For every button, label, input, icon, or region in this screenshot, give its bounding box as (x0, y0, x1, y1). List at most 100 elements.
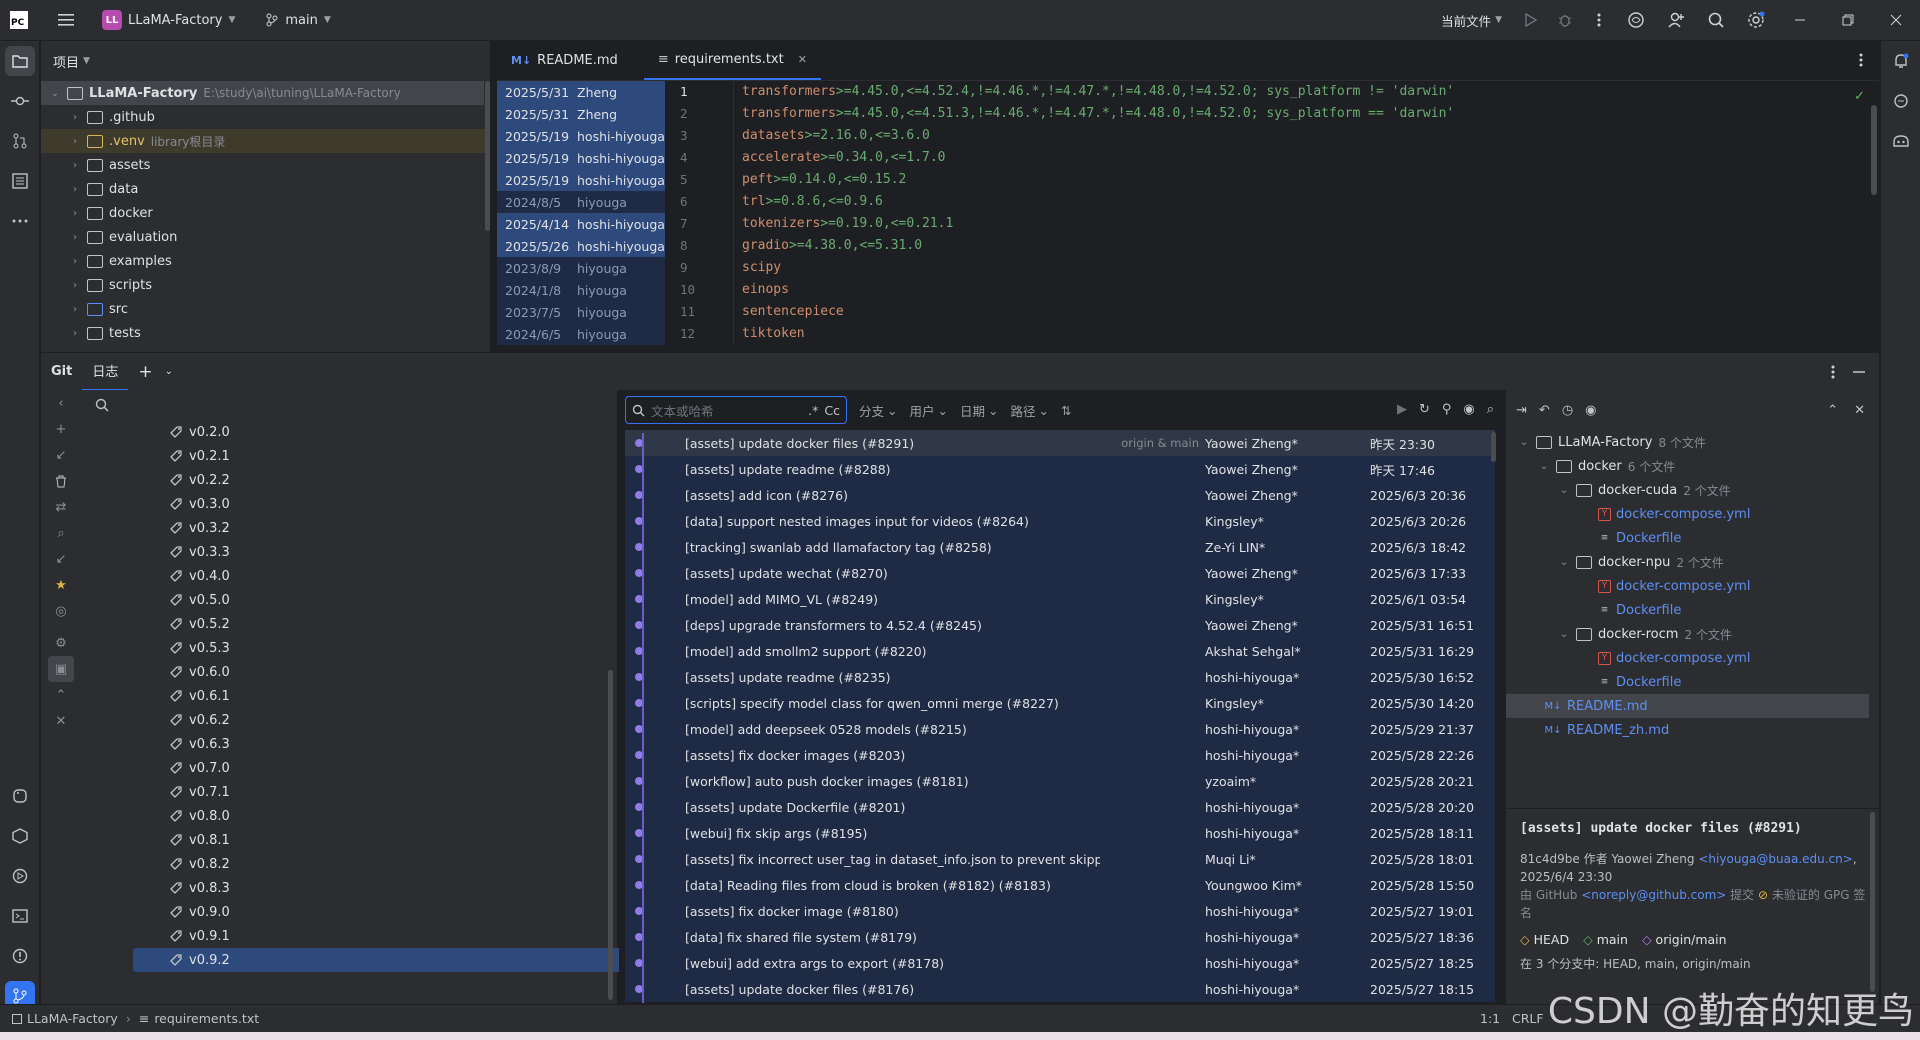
tag-item[interactable]: v0.9.0 (81, 900, 618, 924)
tag-item[interactable]: v0.8.0 (81, 804, 618, 828)
compare-icon[interactable]: ⇄ (41, 494, 81, 520)
regex-toggle[interactable]: .* (808, 403, 818, 418)
structure-icon[interactable] (0, 161, 40, 201)
terminal-icon[interactable] (0, 896, 40, 936)
tag-item[interactable]: v0.2.0 (81, 420, 618, 444)
commit-row[interactable]: [assets] add icon (#8276) Yaowei Zheng* … (625, 482, 1495, 508)
filter-user[interactable]: 用户 ⌄ (910, 401, 949, 420)
changes-root[interactable]: ⌄ LLaMA-Factory 8 个文件 (1506, 430, 1879, 454)
commit-row[interactable]: [data] fix shared file system (#8179) ho… (625, 924, 1495, 950)
changed-file[interactable]: ≡ Dockerfile (1506, 526, 1879, 550)
commit-row[interactable]: [assets] update readme (#8235) hoshi-hiy… (625, 664, 1495, 690)
tag-item[interactable]: v0.6.2 (81, 708, 618, 732)
commit-row[interactable]: [scripts] specify model class for qwen_o… (625, 690, 1495, 716)
tree-item-evaluation[interactable]: › evaluation (41, 225, 490, 249)
commit-row[interactable]: [assets] fix incorrect user_tag in datas… (625, 846, 1495, 872)
status-file[interactable]: requirements.txt (154, 1011, 259, 1026)
remote-icon[interactable]: ◎ (41, 598, 81, 624)
expand-icon[interactable]: ⌃ (1827, 403, 1838, 418)
changed-file[interactable]: ≡ Dockerfile (1506, 598, 1879, 622)
python-packages-icon[interactable] (0, 816, 40, 856)
filter-date[interactable]: 日期 ⌄ (960, 401, 999, 420)
commit-row[interactable]: [assets] update readme (#8288) Yaowei Zh… (625, 456, 1495, 482)
tag-item[interactable]: v0.4.0 (81, 564, 618, 588)
problems-icon[interactable] (0, 936, 40, 976)
add-branch-icon[interactable]: + (41, 416, 81, 442)
project-scrollbar[interactable] (485, 81, 490, 231)
tree-item-scripts[interactable]: › scripts (41, 273, 490, 297)
restore-icon[interactable] (1824, 0, 1872, 40)
expand-all-icon[interactable]: ⌃ (41, 682, 81, 708)
sort-icon[interactable]: ⇅ (1061, 403, 1071, 418)
revert-icon[interactable]: ↶ (1539, 403, 1550, 418)
copilot-icon[interactable] (1881, 121, 1920, 161)
commit-row[interactable]: [deps] upgrade transformers to 4.52.4 (#… (625, 612, 1495, 638)
close-tab-icon[interactable]: ✕ (798, 53, 807, 66)
commit-row[interactable]: [webui] fix skip args (#8195) hoshi-hiyo… (625, 820, 1495, 846)
tag-item[interactable]: v0.8.3 (81, 876, 618, 900)
add-tab-icon[interactable]: + (128, 353, 162, 391)
tree-item-data[interactable]: › data (41, 177, 490, 201)
search-icon[interactable] (1696, 0, 1736, 40)
more-tools-icon[interactable] (0, 201, 40, 241)
tag-item[interactable]: v0.9.2 (133, 948, 648, 972)
editor-scrollbar[interactable] (1871, 105, 1877, 195)
commit-row[interactable]: [data] support nested images input for v… (625, 508, 1495, 534)
commit-row[interactable]: [model] add smollm2 support (#8220) Aksh… (625, 638, 1495, 664)
minimize-icon[interactable] (1776, 0, 1824, 40)
update-icon[interactable]: ↙ (41, 442, 81, 468)
tag-item[interactable]: v0.3.2 (81, 516, 618, 540)
cursor-position[interactable]: 1:1 (1480, 1011, 1500, 1026)
commit-tool-icon[interactable] (0, 81, 40, 121)
filter-branch[interactable]: 分支 ⌄ (859, 401, 898, 420)
details-scrollbar[interactable] (1870, 812, 1875, 992)
tag-item[interactable]: v0.3.3 (81, 540, 618, 564)
changes-readme[interactable]: M↓ README.md (1506, 694, 1869, 718)
blame-row[interactable]: 2025/4/14 hoshi-hiyouga (497, 213, 665, 235)
blame-row[interactable]: 2025/5/31 Zheng (497, 81, 665, 103)
tab-readme[interactable]: M↓ README.md (497, 40, 632, 80)
blame-row[interactable]: 2024/8/5 hiyouga (497, 191, 665, 213)
branch-search[interactable] (81, 390, 618, 420)
tag-item[interactable]: v0.6.3 (81, 732, 618, 756)
changed-file[interactable]: Ydocker-compose.yml (1506, 574, 1879, 598)
blame-row[interactable]: 2025/5/19 hoshi-hiyouga (497, 169, 665, 191)
changes-folder[interactable]: ⌄ docker-npu 2 个文件 (1506, 550, 1879, 574)
refresh-icon[interactable]: ↻ (1419, 402, 1430, 417)
filter-path[interactable]: 路径 ⌄ (1011, 401, 1050, 420)
run-icon[interactable] (1514, 0, 1548, 40)
history-icon[interactable]: ◷ (1562, 403, 1573, 418)
tree-item-examples[interactable]: › examples (41, 249, 490, 273)
changes-docker[interactable]: ⌄ docker 6 个文件 (1506, 454, 1879, 478)
branch-scrollbar[interactable] (608, 670, 613, 1000)
group-by-icon[interactable]: ▣ (48, 656, 74, 682)
commit-row[interactable]: [webui] add extra args to export (#8178)… (625, 950, 1495, 976)
debug-icon[interactable] (1548, 0, 1582, 40)
blame-row[interactable]: 2024/1/8 hiyouga (497, 279, 665, 301)
tag-item[interactable]: v0.2.1 (81, 444, 618, 468)
changes-readme-zh[interactable]: M↓ README_zh.md (1506, 718, 1879, 742)
commit-row[interactable]: [assets] update Dockerfile (#8201) hoshi… (625, 794, 1495, 820)
tag-item[interactable]: v0.9.1 (81, 924, 618, 948)
add-user-icon[interactable] (1656, 0, 1696, 40)
settings-icon[interactable]: ⚙ (41, 630, 81, 656)
tag-item[interactable]: v0.5.2 (81, 612, 618, 636)
commit-row[interactable]: [assets] update docker files (#8291) ori… (625, 430, 1495, 456)
tree-item-venv[interactable]: › .venv library根目录 (41, 129, 490, 153)
tag-item[interactable]: v0.7.0 (81, 756, 618, 780)
minimize-panel-icon[interactable] (1853, 370, 1865, 374)
changed-file[interactable]: Ydocker-compose.yml (1506, 646, 1879, 670)
app-logo-icon[interactable]: PC (10, 11, 28, 29)
commit-row[interactable]: [workflow] auto push docker images (#818… (625, 768, 1495, 794)
eye-icon[interactable]: ◉ (1463, 402, 1474, 417)
commit-row[interactable]: [assets] fix docker image (#8180) hoshi-… (625, 898, 1495, 924)
changed-file[interactable]: Ydocker-compose.yml (1506, 502, 1879, 526)
project-panel-header[interactable]: 项目 ▼ (41, 41, 490, 81)
line-separator[interactable]: CRLF (1512, 1011, 1544, 1026)
eye-icon[interactable]: ◉ (1585, 403, 1596, 418)
commit-row[interactable]: [model] add MIMO_VL (#8249) Kingsley* 20… (625, 586, 1495, 612)
project-switcher[interactable]: LL LLaMA-Factory ▼ (94, 6, 243, 34)
changes-folder[interactable]: ⌄ docker-cuda 2 个文件 (1506, 478, 1879, 502)
tree-item-docker[interactable]: › docker (41, 201, 490, 225)
settings-icon[interactable] (1736, 0, 1776, 40)
